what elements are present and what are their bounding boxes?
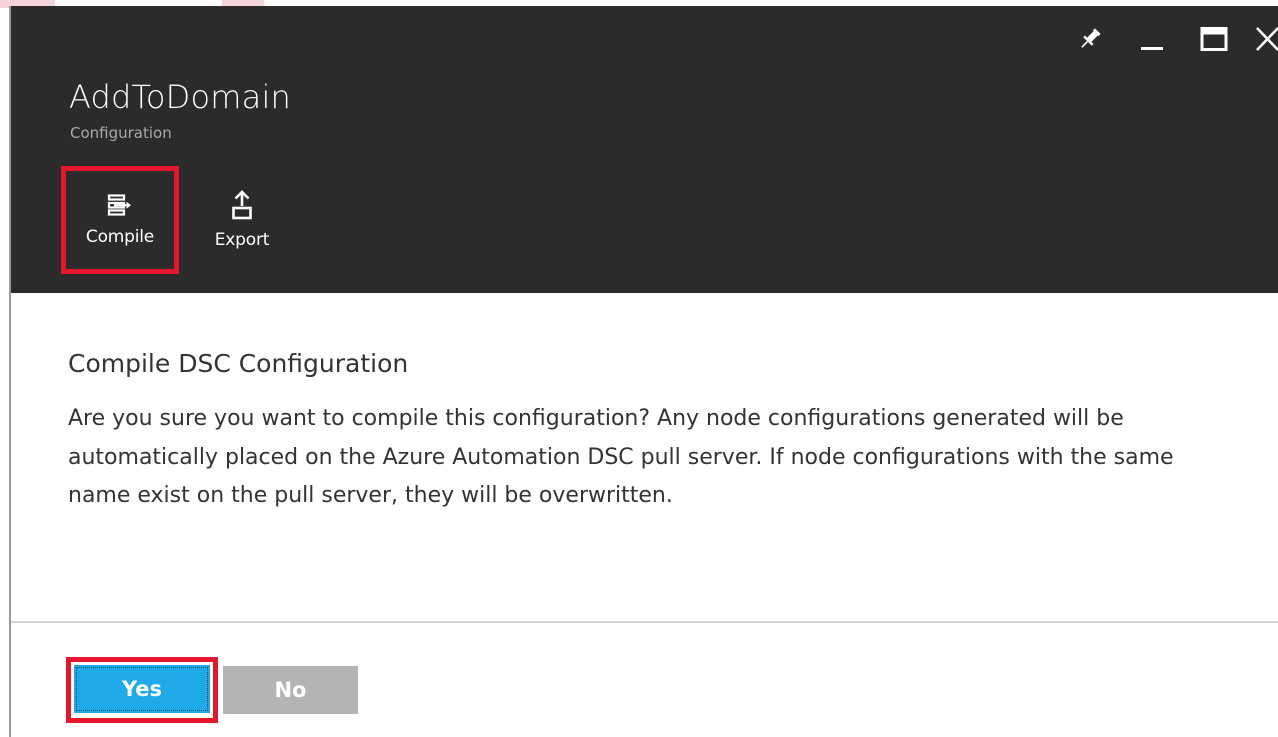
action-bar: Yes No (66, 657, 358, 723)
divider (11, 621, 1278, 623)
export-label: Export (214, 230, 270, 250)
page: AddToDomain Configuration Compile Export… (0, 0, 1278, 737)
yes-button[interactable]: Yes (74, 665, 210, 713)
window-controls (1048, 20, 1278, 58)
blade-subtitle: Configuration (70, 124, 172, 142)
pin-icon[interactable] (1070, 20, 1110, 58)
prompt-message: Are you sure you want to compile this co… (68, 406, 1174, 508)
export-button[interactable]: Export (197, 170, 287, 270)
close-icon[interactable] (1254, 20, 1278, 58)
blade-header: AddToDomain Configuration Compile Export (11, 6, 1278, 293)
yes-highlight: Yes (66, 657, 218, 723)
maximize-icon[interactable] (1194, 20, 1234, 58)
compile-button[interactable]: Compile (61, 166, 179, 274)
no-button[interactable]: No (223, 666, 358, 714)
minimize-icon[interactable] (1132, 20, 1172, 58)
command-bar: Compile Export (61, 166, 287, 274)
export-icon (229, 190, 255, 220)
configuration-blade: AddToDomain Configuration Compile Export… (9, 6, 1278, 737)
blade-title: AddToDomain (69, 78, 292, 116)
compile-label: Compile (85, 227, 155, 247)
compile-icon (106, 193, 134, 217)
prompt-title: Compile DSC Configuration (68, 349, 409, 378)
